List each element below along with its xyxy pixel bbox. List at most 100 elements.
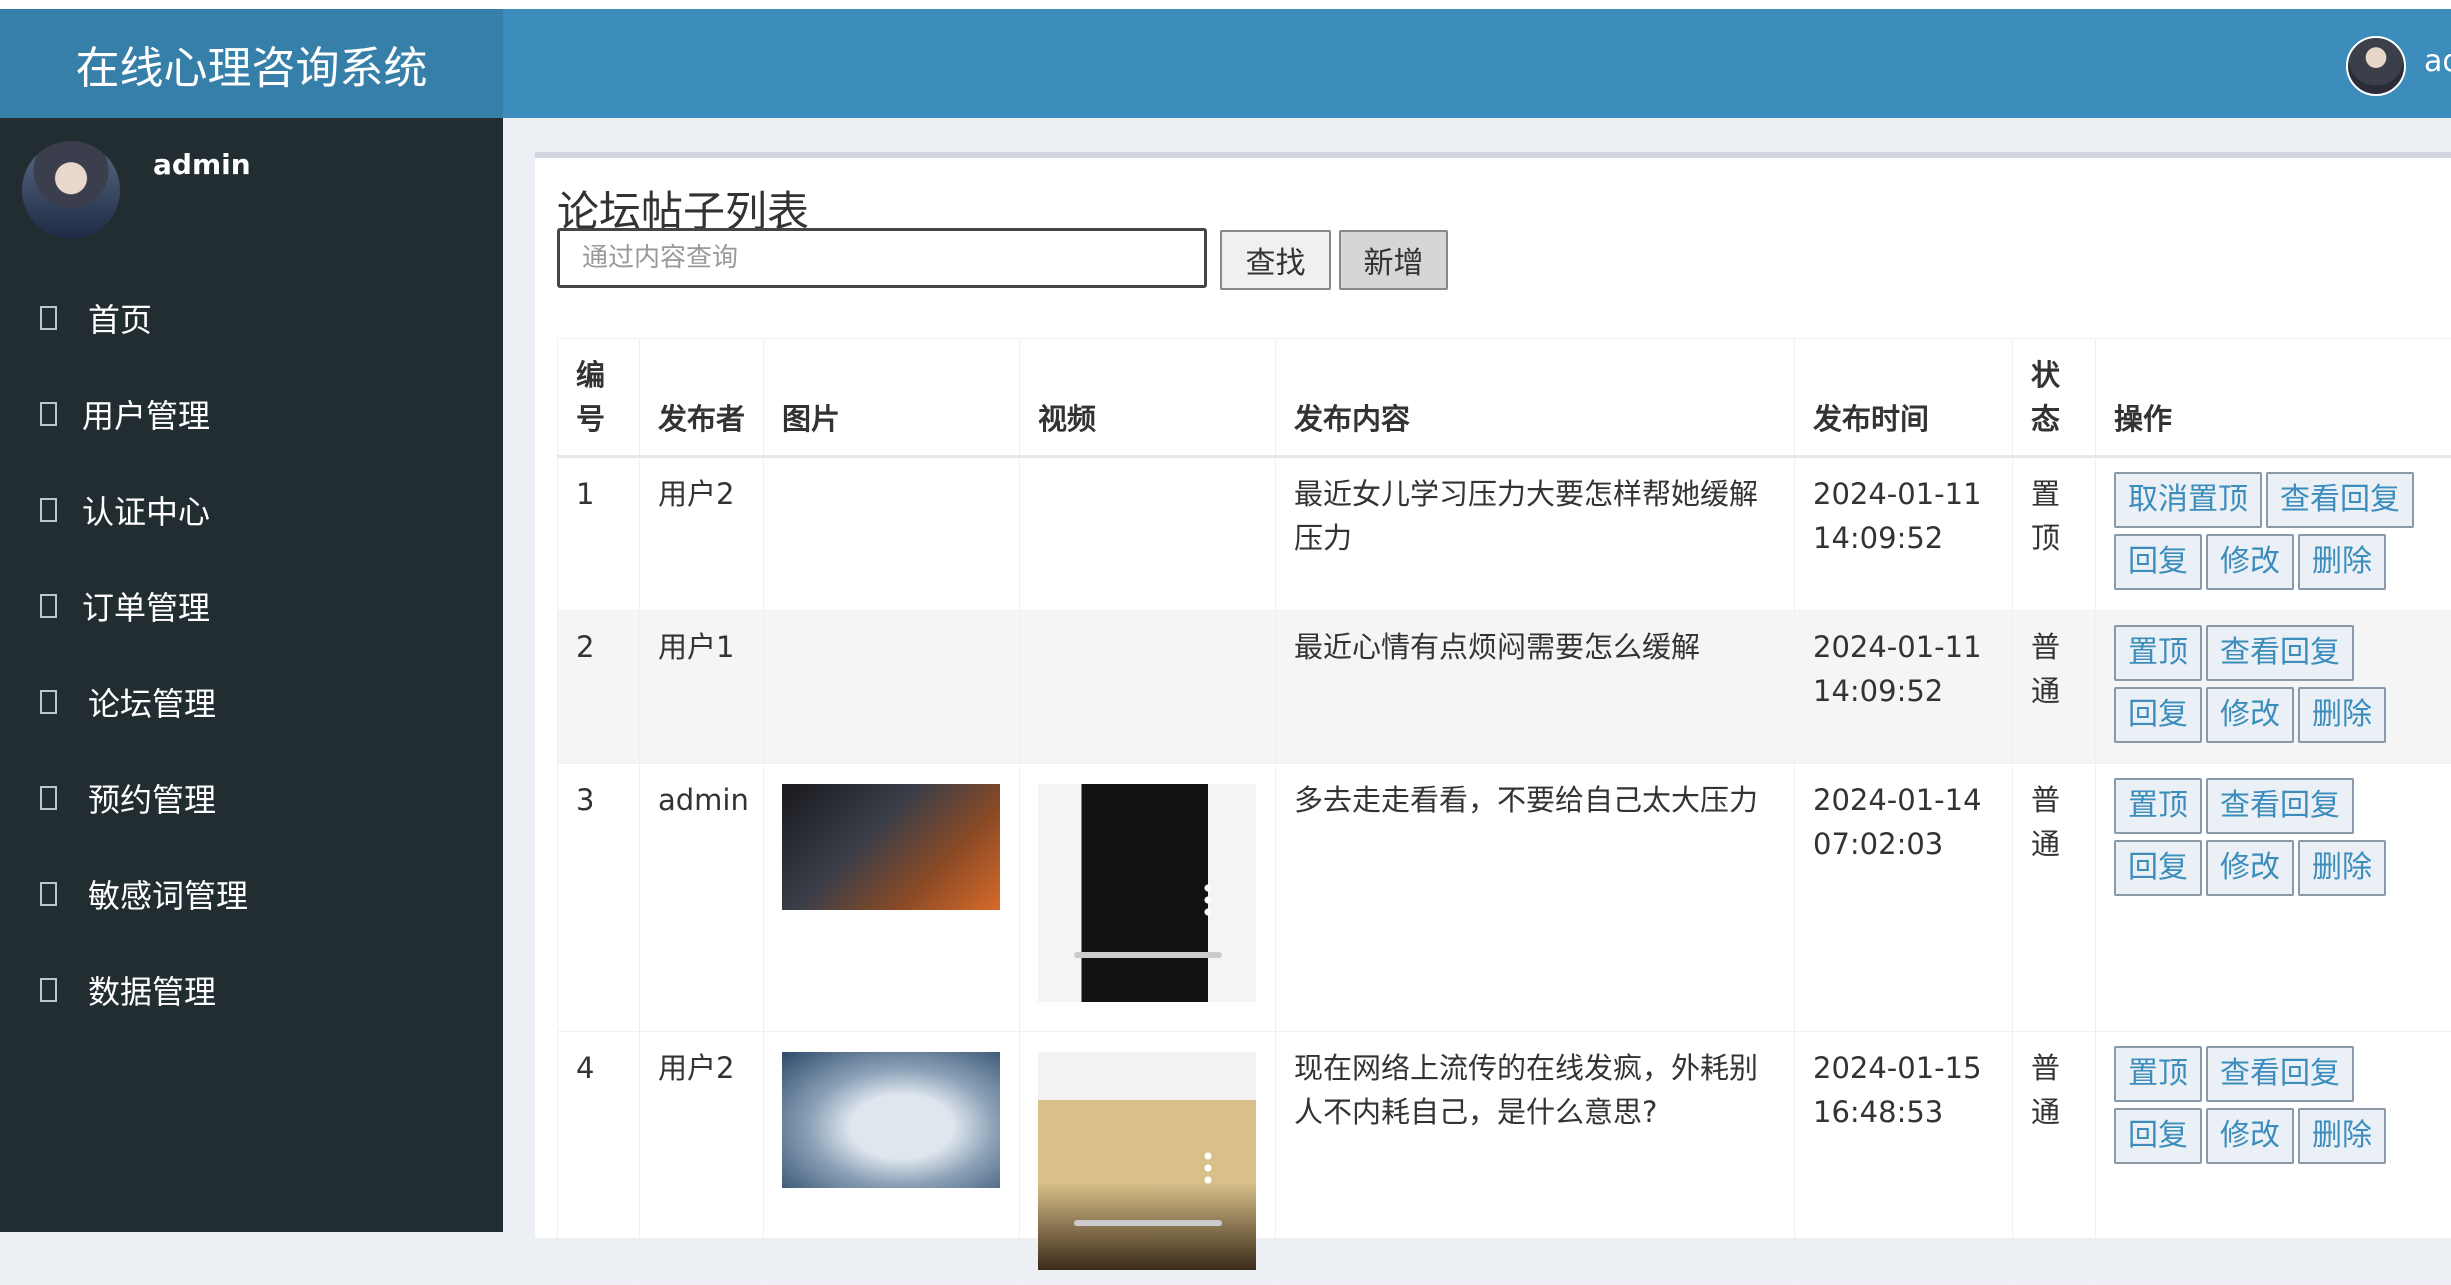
unpin-button[interactable]: 取消置顶 <box>2114 472 2262 528</box>
edit-button[interactable]: 修改 <box>2206 840 2294 896</box>
reply-button[interactable]: 回复 <box>2114 687 2202 743</box>
table-row: 4 用户2 现在网络上流传的在线发疯，外耗别人不内耗自己，是什么意思? 2024… <box>558 1032 2451 1285</box>
post-image-cell <box>764 611 1020 764</box>
sidebar-item-data[interactable]: 数据管理 <box>0 942 503 1038</box>
post-image[interactable] <box>782 1052 1000 1188</box>
menu-item-icon <box>40 498 57 522</box>
post-author: 用户1 <box>640 611 764 764</box>
sidebar-avatar <box>22 141 120 239</box>
table-header-row: 编号 发布者 图片 视频 发布内容 发布时间 状态 操作 <box>558 339 2451 457</box>
post-image-cell <box>764 1032 1020 1285</box>
menu-item-icon <box>40 786 57 810</box>
edit-button[interactable]: 修改 <box>2206 687 2294 743</box>
table-row: 2 用户1 最近心情有点烦闷需要怎么缓解 2024-01-11 14:09:52… <box>558 611 2451 764</box>
delete-button[interactable]: 删除 <box>2298 534 2386 590</box>
sidebar-item-label: 论坛管理 <box>88 679 216 725</box>
more-options-icon <box>1204 882 1212 918</box>
post-author: admin <box>640 764 764 1032</box>
forum-post-table: 编号 发布者 图片 视频 发布内容 发布时间 状态 操作 1 用户2 最近女儿学… <box>557 338 2451 1285</box>
menu-item-icon <box>40 978 57 1002</box>
sidebar-item-orders[interactable]: 订单管理 <box>0 558 503 654</box>
menu-item-icon <box>40 594 57 618</box>
sidebar-item-label: 认证中心 <box>82 487 210 533</box>
view-replies-button[interactable]: 查看回复 <box>2206 625 2354 681</box>
table-row: 1 用户2 最近女儿学习压力大要怎样帮她缓解压力 2024-01-11 14:0… <box>558 457 2451 611</box>
post-image[interactable] <box>782 784 1000 910</box>
post-id: 2 <box>558 611 640 764</box>
post-actions: 置顶查看回复回复修改删除 <box>2096 1032 2451 1285</box>
column-header-actions: 操作 <box>2096 339 2451 457</box>
post-content: 最近女儿学习压力大要怎样帮她缓解压力 <box>1276 457 1795 611</box>
post-status: 置顶 <box>2013 457 2096 611</box>
sidebar-item-sensitive-words[interactable]: 敏感词管理 <box>0 846 503 942</box>
video-progress-bar <box>1074 952 1222 958</box>
menu-item-icon <box>40 402 57 426</box>
reply-button[interactable]: 回复 <box>2114 840 2202 896</box>
sidebar-user-name: admin <box>153 148 251 181</box>
reply-button[interactable]: 回复 <box>2114 1108 2202 1164</box>
sidebar-item-label: 用户管理 <box>82 391 210 437</box>
forum-post-panel: 论坛帖子列表 查找 新增 编号 发布者 图片 视频 发布内容 发布时间 状态 操… <box>535 152 2451 1238</box>
search-input[interactable] <box>557 228 1207 288</box>
find-button[interactable]: 查找 <box>1220 230 1331 290</box>
video-progress-bar <box>1074 1220 1222 1226</box>
post-id: 4 <box>558 1032 640 1285</box>
delete-button[interactable]: 删除 <box>2298 687 2386 743</box>
post-content: 现在网络上流传的在线发疯，外耗别人不内耗自己，是什么意思? <box>1276 1032 1795 1285</box>
post-time: 2024-01-11 14:09:52 <box>1795 611 2013 764</box>
sidebar-item-users[interactable]: 用户管理 <box>0 366 503 462</box>
menu-item-icon <box>40 882 57 906</box>
sidebar-item-label: 预约管理 <box>88 775 216 821</box>
post-actions: 取消置顶查看回复回复修改删除 <box>2096 457 2451 611</box>
sidebar: admin 首页 用户管理 认证中心 订单管理 论坛管理 预约管理 敏感词管理 … <box>0 118 503 1232</box>
sidebar-item-label: 订单管理 <box>82 583 210 629</box>
sidebar-menu: 首页 用户管理 认证中心 订单管理 论坛管理 预约管理 敏感词管理 数据管理 <box>0 270 503 1038</box>
post-status: 普通 <box>2013 611 2096 764</box>
column-header-time: 发布时间 <box>1795 339 2013 457</box>
pin-button[interactable]: 置顶 <box>2114 778 2202 834</box>
column-header-content: 发布内容 <box>1276 339 1795 457</box>
post-time: 2024-01-15 16:48:53 <box>1795 1032 2013 1285</box>
pin-button[interactable]: 置顶 <box>2114 625 2202 681</box>
view-replies-button[interactable]: 查看回复 <box>2266 472 2414 528</box>
post-content: 最近心情有点烦闷需要怎么缓解 <box>1276 611 1795 764</box>
post-id: 3 <box>558 764 640 1032</box>
view-replies-button[interactable]: 查看回复 <box>2206 778 2354 834</box>
edit-button[interactable]: 修改 <box>2206 534 2294 590</box>
reply-button[interactable]: 回复 <box>2114 534 2202 590</box>
post-author: 用户2 <box>640 1032 764 1285</box>
sidebar-item-label: 数据管理 <box>88 967 216 1013</box>
post-video-cell <box>1020 764 1276 1032</box>
post-video-cell <box>1020 457 1276 611</box>
menu-item-icon <box>40 306 57 330</box>
header-avatar[interactable] <box>2346 36 2406 96</box>
sidebar-item-forum[interactable]: 论坛管理 <box>0 654 503 750</box>
sidebar-item-label: 首页 <box>88 295 152 341</box>
app-title[interactable]: 在线心理咨询系统 <box>0 9 503 118</box>
sidebar-item-auth[interactable]: 认证中心 <box>0 462 503 558</box>
sidebar-item-appointments[interactable]: 预约管理 <box>0 750 503 846</box>
header-user-name[interactable]: admin <box>2424 44 2451 79</box>
post-video-cell <box>1020 611 1276 764</box>
column-header-video: 视频 <box>1020 339 1276 457</box>
edit-button[interactable]: 修改 <box>2206 1108 2294 1164</box>
post-actions: 置顶查看回复回复修改删除 <box>2096 611 2451 764</box>
add-button[interactable]: 新增 <box>1339 230 1448 290</box>
post-time: 2024-01-14 07:02:03 <box>1795 764 2013 1032</box>
post-content: 多去走走看看，不要给自己太大压力 <box>1276 764 1795 1032</box>
post-video-cell <box>1020 1032 1276 1285</box>
view-replies-button[interactable]: 查看回复 <box>2206 1046 2354 1102</box>
delete-button[interactable]: 删除 <box>2298 840 2386 896</box>
delete-button[interactable]: 删除 <box>2298 1108 2386 1164</box>
top-strip <box>0 0 2451 9</box>
post-status: 普通 <box>2013 764 2096 1032</box>
pin-button[interactable]: 置顶 <box>2114 1046 2202 1102</box>
column-header-image: 图片 <box>764 339 1020 457</box>
more-options-icon <box>1204 1150 1212 1186</box>
column-header-author: 发布者 <box>640 339 764 457</box>
post-status: 普通 <box>2013 1032 2096 1285</box>
sidebar-item-home[interactable]: 首页 <box>0 270 503 366</box>
post-video[interactable] <box>1038 1052 1256 1270</box>
post-time: 2024-01-11 14:09:52 <box>1795 457 2013 611</box>
post-video[interactable] <box>1038 784 1256 1002</box>
